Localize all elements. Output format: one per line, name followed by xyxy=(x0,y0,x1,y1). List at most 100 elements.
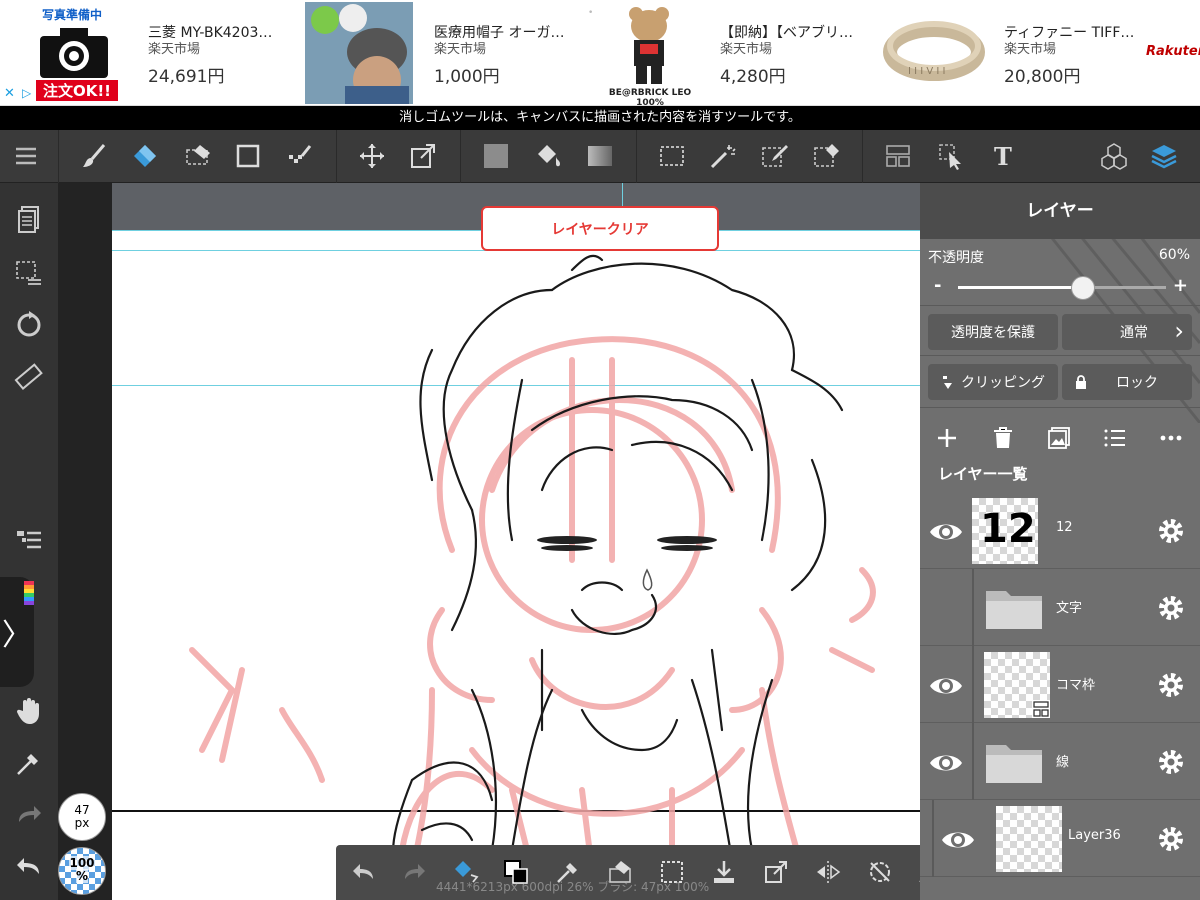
blend-mode-label: 通常 xyxy=(1120,325,1148,341)
layer-row[interactable]: コマ枠 xyxy=(920,646,1200,723)
flip-horizontal-icon[interactable] xyxy=(810,854,846,890)
selection-eraser-icon[interactable] xyxy=(180,138,216,174)
ad-thumb-cap xyxy=(305,2,413,104)
clear-layer-button[interactable]: レイヤークリア xyxy=(481,206,719,251)
ad-thumb-camera: 写真準備中 注文OK!! xyxy=(22,2,130,104)
eraser-tool-icon[interactable] xyxy=(127,138,163,174)
opacity-slider-fill xyxy=(958,286,1083,289)
camera-icon xyxy=(40,28,108,78)
panel-divider xyxy=(920,355,1200,356)
magic-wand-icon[interactable] xyxy=(705,138,741,174)
ruler-icon[interactable] xyxy=(9,357,49,397)
ad-item-2[interactable]: 医療用帽子 オーガ… 楽天市場 1,000円 xyxy=(290,0,580,106)
eye-icon[interactable] xyxy=(928,745,964,781)
layer-name: 線 xyxy=(1056,755,1070,770)
clipping-button[interactable]: クリッピング xyxy=(928,364,1058,400)
opacity-increase-button[interactable]: + xyxy=(1173,275,1188,296)
opacity-slider-knob[interactable] xyxy=(1070,276,1095,300)
ad-thumb-top-text: 写真準備中 xyxy=(41,8,102,22)
select-tool-icon[interactable] xyxy=(654,138,690,174)
eye-icon[interactable] xyxy=(940,822,976,858)
lock-icon xyxy=(1076,375,1086,389)
opacity-label: 不透明度 xyxy=(928,250,984,266)
eyedropper-icon[interactable] xyxy=(9,743,49,783)
materials-icon[interactable] xyxy=(1096,138,1132,174)
ad-thumb-bearbrick: BE@RBRICK LEO 100% xyxy=(596,2,704,108)
add-layer-icon[interactable] xyxy=(932,423,962,453)
redo-icon[interactable] xyxy=(396,854,432,890)
toolbar-divider xyxy=(336,130,337,183)
layer-folder-list-icon[interactable] xyxy=(9,521,49,561)
eye-icon[interactable] xyxy=(928,514,964,550)
selection-eraser-tool-icon[interactable] xyxy=(808,138,844,174)
opacity-decrease-button[interactable]: - xyxy=(934,275,941,296)
layer-row[interactable]: 線 xyxy=(920,723,1200,800)
save-icon[interactable] xyxy=(706,854,742,890)
gradient-tool-icon[interactable] xyxy=(582,138,618,174)
rotate-canvas-icon[interactable] xyxy=(9,305,49,345)
panel-divider xyxy=(920,407,1200,408)
clipping-arrow-icon xyxy=(943,376,952,389)
ring-icon: I I I V I I xyxy=(883,21,985,81)
menu-icon[interactable] xyxy=(8,138,44,174)
ad-price: 20,800円 xyxy=(1004,67,1081,87)
move-tool-icon[interactable] xyxy=(354,138,390,174)
layers-icon[interactable] xyxy=(1146,138,1182,174)
cap-photo-icon xyxy=(305,2,413,104)
gear-icon[interactable] xyxy=(1156,593,1186,623)
ad-shop: 楽天市場 xyxy=(1004,42,1057,57)
pages-icon[interactable] xyxy=(9,199,49,239)
operation-tool-icon[interactable] xyxy=(933,138,969,174)
layer-image-icon[interactable] xyxy=(1044,423,1074,453)
gear-icon[interactable] xyxy=(1156,516,1186,546)
bucket-tool-icon[interactable] xyxy=(530,138,566,174)
toolbar-divider xyxy=(862,130,863,183)
rotate-reset-icon[interactable] xyxy=(862,854,898,890)
layer-row[interactable]: 12 12 xyxy=(920,492,1200,569)
opacity-slider[interactable] xyxy=(958,276,1166,300)
eye-icon[interactable] xyxy=(928,668,964,704)
fill-color-icon[interactable] xyxy=(478,138,514,174)
protect-alpha-button[interactable]: 透明度を保護 xyxy=(928,314,1058,350)
ad-close-icon[interactable]: ✕ xyxy=(4,86,15,101)
ad-banner[interactable]: • • • 写真準備中 注文OK!! 三菱 MY-BK4203… 楽天市場 24… xyxy=(0,0,1200,108)
layer-row[interactable]: Layer36 xyxy=(920,800,1200,877)
color-palette-icon[interactable] xyxy=(9,573,49,613)
undo-icon[interactable] xyxy=(9,847,49,887)
gear-icon[interactable] xyxy=(1156,747,1186,777)
brush-opacity-badge[interactable]: 100 % xyxy=(58,847,106,895)
ad-item-1[interactable]: 写真準備中 注文OK!! 三菱 MY-BK4203… 楽天市場 24,691円 xyxy=(0,0,290,106)
layer-list-icon[interactable] xyxy=(1100,423,1130,453)
hand-tool-icon[interactable] xyxy=(9,691,49,731)
lock-button[interactable]: ロック xyxy=(1062,364,1192,400)
layer-thumbnail xyxy=(996,806,1062,872)
brush-size-value: 47 px xyxy=(74,803,90,830)
selection-pen-icon[interactable] xyxy=(756,138,792,174)
brush-tool-icon[interactable] xyxy=(76,138,112,174)
rectangle-tool-icon[interactable] xyxy=(230,138,266,174)
more-options-icon[interactable] xyxy=(1156,423,1186,453)
transform-tool-icon[interactable] xyxy=(405,138,441,174)
dot-pen-icon[interactable] xyxy=(282,138,318,174)
selection-menu-icon[interactable] xyxy=(9,253,49,293)
gear-icon[interactable] xyxy=(1156,824,1186,854)
frame-divider-icon[interactable] xyxy=(880,138,916,174)
brush-size-badge[interactable]: 47 px xyxy=(58,793,106,841)
delete-layer-icon[interactable] xyxy=(988,423,1018,453)
folder-indent-line xyxy=(932,800,934,877)
undo-icon[interactable] xyxy=(346,854,382,890)
ad-shop: 楽天市場 xyxy=(720,42,773,57)
folder-indent-line xyxy=(972,569,974,646)
layer-row[interactable]: 文字 xyxy=(920,569,1200,646)
layer-thumbnail xyxy=(984,652,1050,718)
transform-icon[interactable] xyxy=(758,854,794,890)
text-tool-icon[interactable]: T xyxy=(984,138,1020,174)
blend-mode-select[interactable]: 通常 › xyxy=(1062,314,1192,350)
ad-item-3[interactable]: BE@RBRICK LEO 100% 【即納】【ベアブリ… 楽天市場 4,280… xyxy=(580,0,870,108)
chevron-right-icon: 〉 xyxy=(2,618,32,653)
ad-price: 1,000円 xyxy=(434,67,500,87)
redo-icon[interactable] xyxy=(9,795,49,835)
canvas-workspace[interactable]: レイヤークリア xyxy=(58,183,920,900)
ad-info-icon[interactable]: ▷ xyxy=(22,86,31,100)
gear-icon[interactable] xyxy=(1156,670,1186,700)
